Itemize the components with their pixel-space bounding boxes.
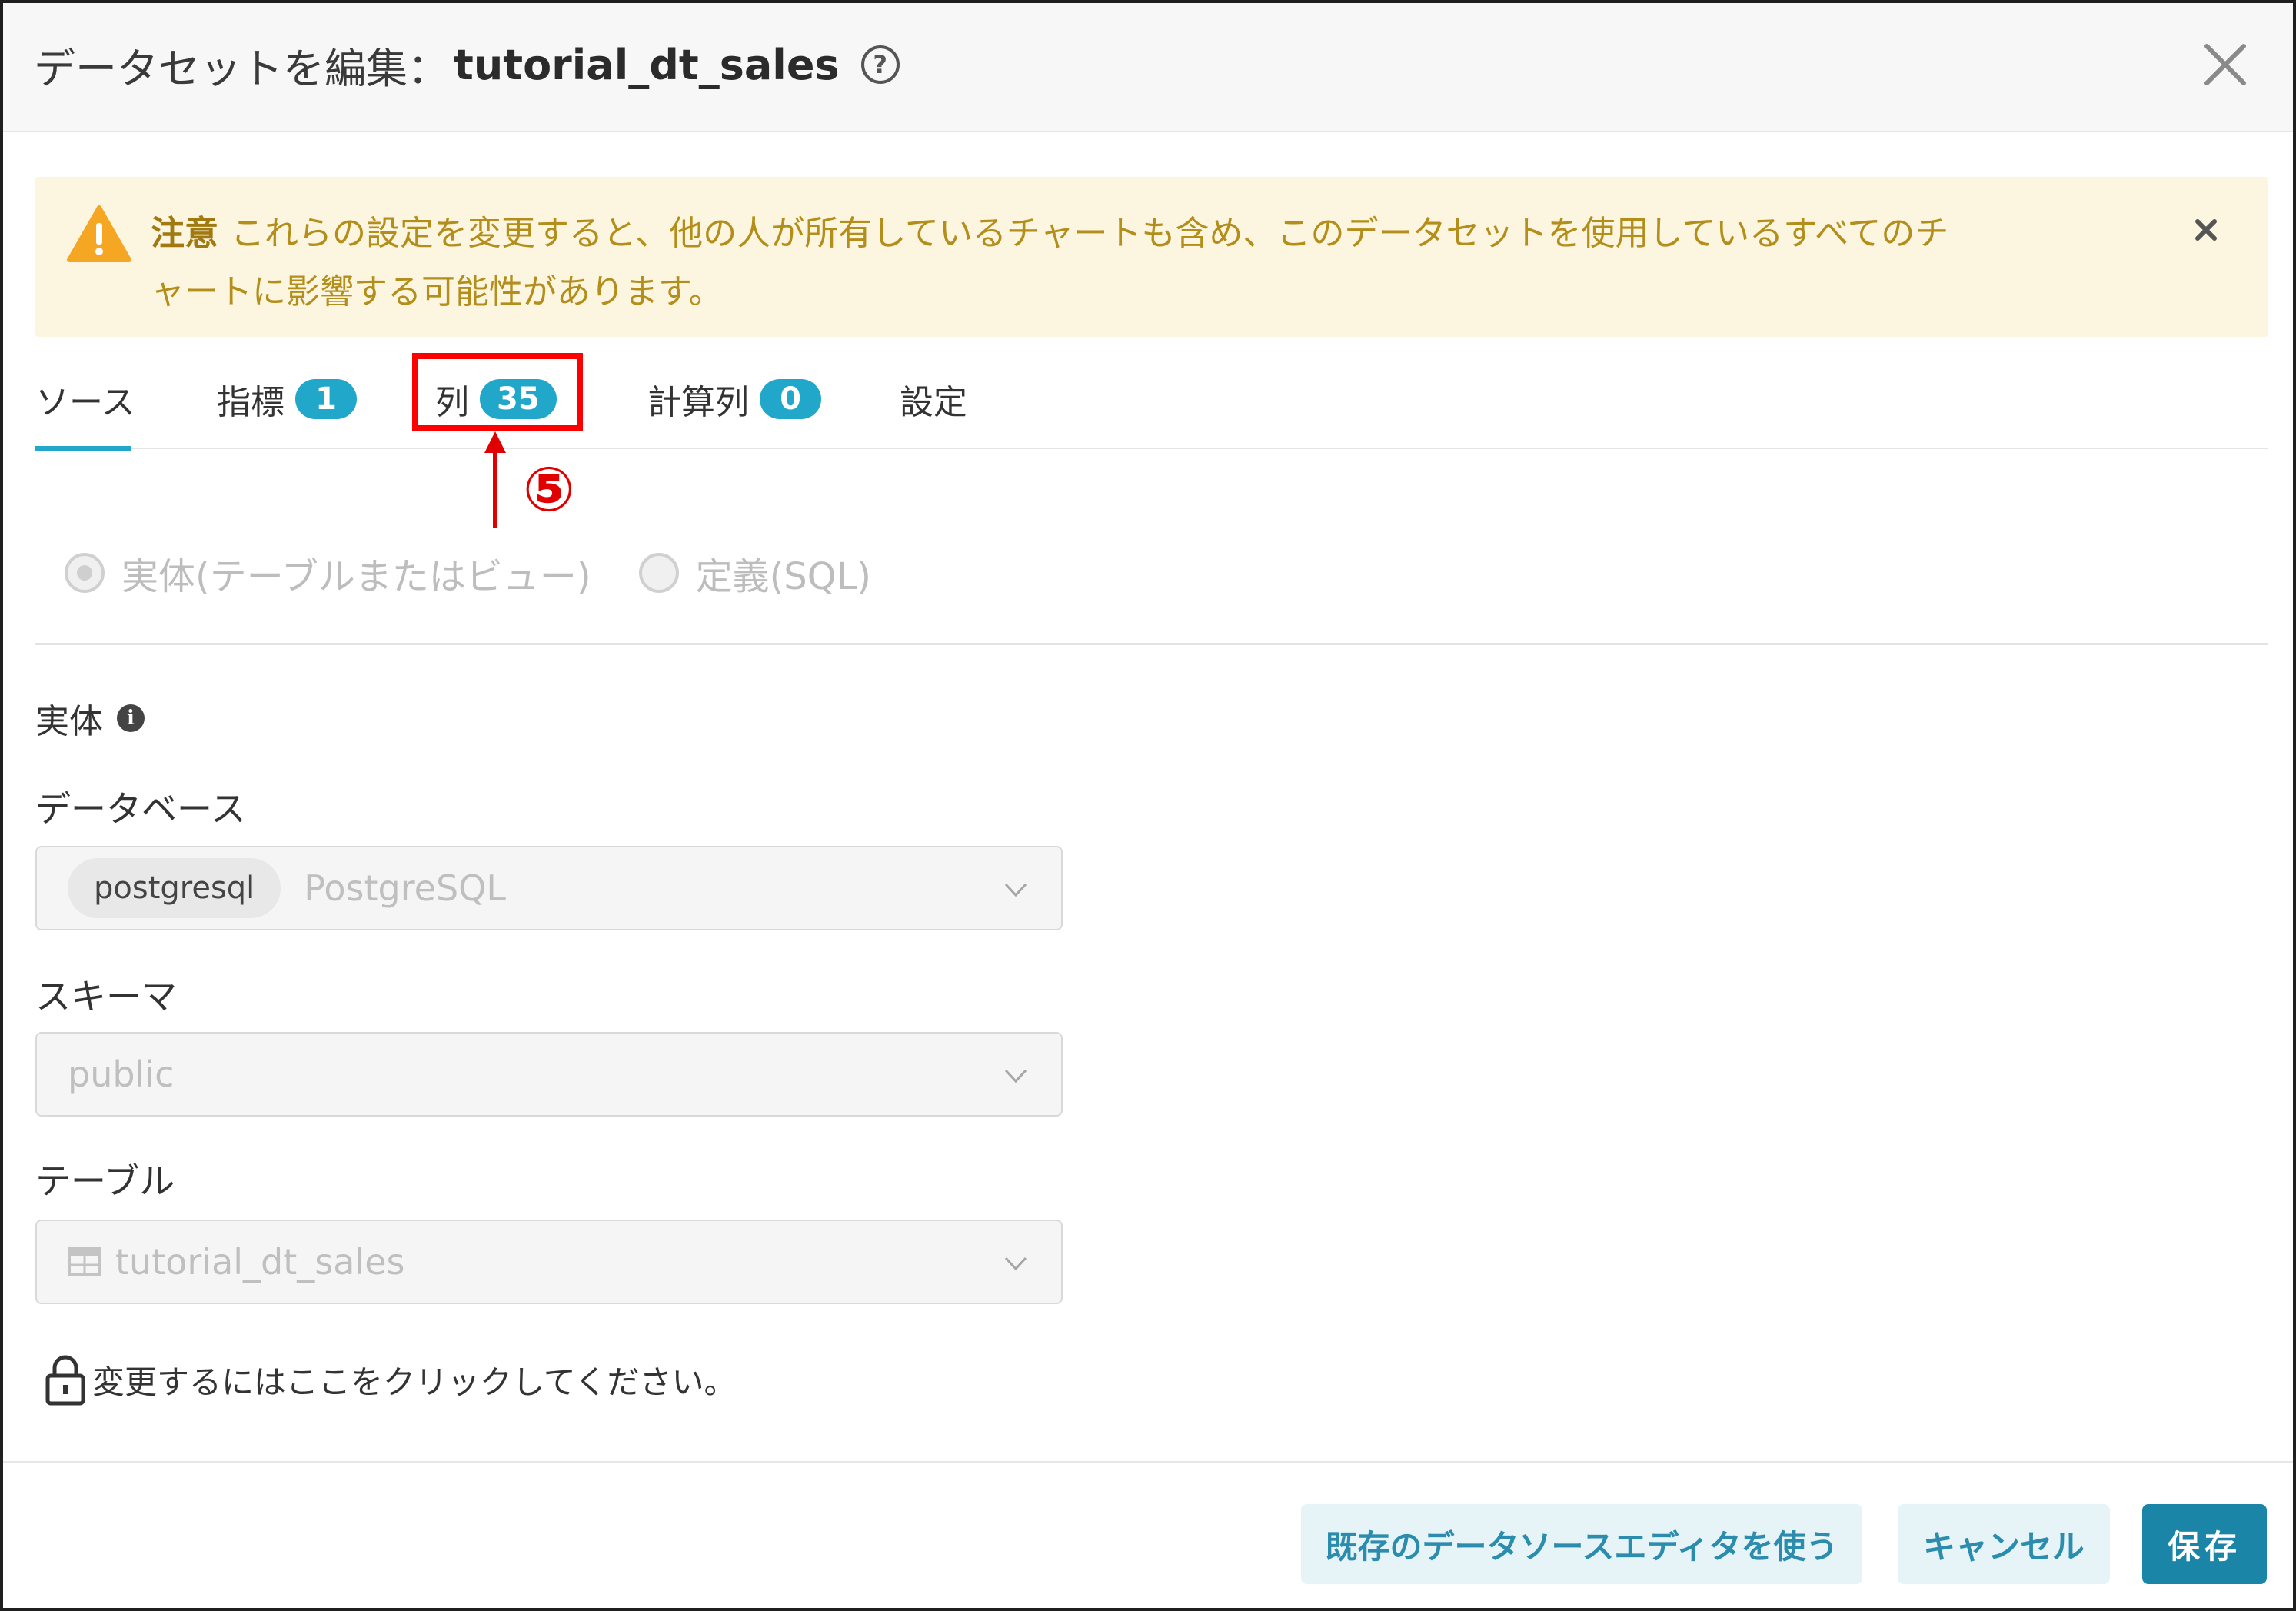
tab-calculated-columns[interactable]: 計算列 0 (647, 349, 821, 449)
chevron-down-icon (1004, 1069, 1027, 1083)
dataset-name: tutorial_dt_sales (454, 40, 840, 89)
tab-settings-label: 設定 (900, 383, 967, 422)
radio-physical[interactable] (65, 553, 105, 593)
tab-source[interactable]: ソース (35, 349, 135, 451)
tab-metrics-label: 指標 (217, 383, 285, 422)
physical-section-title: 実体 (35, 702, 103, 741)
table-value: tutorial_dt_sales (115, 1241, 405, 1283)
alert-strong-label: 注意 (151, 214, 218, 253)
tab-source-label: ソース (35, 383, 135, 422)
annotation-arrow-icon (484, 431, 506, 528)
footer-divider (3, 1461, 2293, 1463)
database-label: データベース (35, 788, 246, 830)
schema-select[interactable]: public (35, 1032, 1063, 1117)
section-divider (35, 643, 2268, 645)
schema-value: public (68, 1053, 175, 1095)
radio-virtual-sql-label: 定義(SQL) (695, 555, 872, 598)
lock-icon (45, 1355, 85, 1406)
alert-close-icon[interactable] (2187, 211, 2225, 249)
table-label: テーブル (35, 1160, 175, 1202)
chevron-down-icon (1004, 883, 1027, 897)
tab-metrics-badge: 1 (295, 379, 357, 419)
table-select[interactable]: tutorial_dt_sales (35, 1220, 1063, 1304)
dialog-title: データセットを編集： tutorial_dt_sales ? (34, 34, 900, 95)
source-type-radio-group: 実体(テーブルまたはビュー) 定義(SQL) (65, 546, 871, 600)
database-backend-tag: postgresql (68, 858, 281, 918)
table-icon (68, 1247, 101, 1276)
tab-settings[interactable]: 設定 (900, 349, 967, 449)
physical-section-label: 実体 i (35, 694, 145, 743)
help-icon[interactable]: ? (860, 45, 900, 84)
annotation-step-number: ⑤ (523, 454, 575, 525)
radio-physical-label: 実体(テーブルまたはビュー) (121, 555, 591, 598)
close-icon[interactable] (2195, 34, 2256, 95)
alert-line-2: ャートに影響する可能性があります。 (151, 272, 723, 311)
tab-metrics[interactable]: 指標 1 (217, 349, 357, 449)
database-select[interactable]: postgresql PostgreSQL (35, 846, 1063, 930)
alert-message: 注意 これらの設定を変更すると、他の人が所有しているチャートも含め、このデータセッ… (151, 205, 2165, 321)
tab-calculated-columns-label: 計算列 (647, 383, 749, 422)
warning-alert: 注意 これらの設定を変更すると、他の人が所有しているチャートも含め、このデータセッ… (35, 177, 2268, 337)
edit-dataset-dialog: データセットを編集： tutorial_dt_sales ? 注意 これらの設定を… (0, 0, 2296, 1611)
unlock-message: 変更するにはここをクリックしてください。 (92, 1363, 737, 1401)
tab-calculated-columns-badge: 0 (760, 379, 821, 419)
active-tab-indicator (35, 446, 131, 451)
annotation-highlight-box (412, 353, 583, 431)
alert-line-1: これらの設定を変更すると、他の人が所有しているチャートも含め、このデータセットを… (231, 214, 1949, 253)
legacy-editor-button[interactable]: 既存のデータソースエディタを使う (1301, 1504, 1862, 1584)
save-button[interactable]: 保存 (2142, 1504, 2267, 1584)
tab-bar: ソース 指標 1 列 35 計算列 0 設定 (35, 349, 2268, 451)
dialog-header: データセットを編集： tutorial_dt_sales ? (3, 3, 2293, 132)
chevron-down-icon (1004, 1257, 1027, 1271)
warning-icon (67, 205, 131, 262)
radio-virtual-sql[interactable] (638, 553, 679, 593)
schema-label: スキーマ (35, 976, 177, 1017)
dialog-title-prefix: データセットを編集： (34, 44, 449, 93)
info-icon[interactable]: i (117, 704, 145, 732)
database-value: PostgreSQL (304, 867, 506, 909)
unlock-edit-link[interactable]: 変更するにはここをクリックしてください。 (43, 1350, 736, 1409)
cancel-button[interactable]: キャンセル (1898, 1504, 2110, 1584)
